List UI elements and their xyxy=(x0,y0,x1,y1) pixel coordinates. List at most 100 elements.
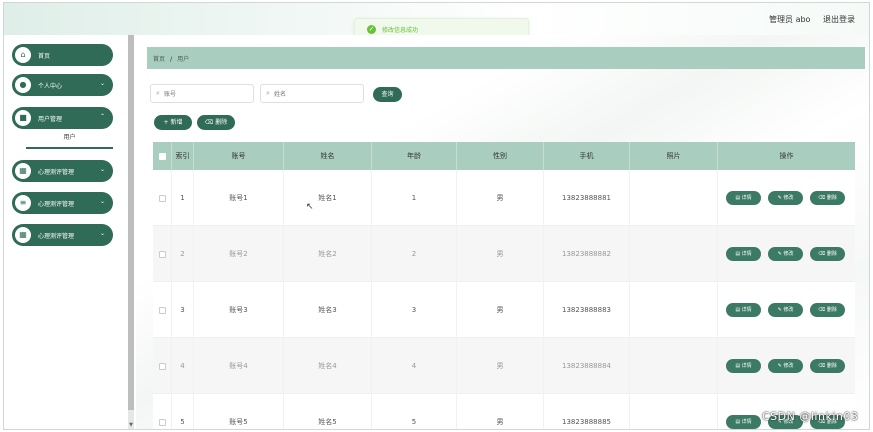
sidebar-item-assessment-2[interactable]: ≡ 心理测评管理 ⌄ xyxy=(12,192,113,214)
cell-account: 账号3 xyxy=(194,282,284,338)
delete-icon: ⌫ xyxy=(818,307,827,313)
toast-message: 修改信息成功 xyxy=(382,27,419,34)
edit-button[interactable]: ✎ 修改 xyxy=(768,303,803,317)
edit-icon: ✎ xyxy=(777,251,784,257)
detail-button[interactable]: ▤ 详情 xyxy=(726,359,761,373)
table-row: 5 账号5 姓名5 5 男 13823888885 ▤ 详情 ✎ 修改 ⌫ 删除 xyxy=(153,394,855,429)
edit-button[interactable]: ✎ 修改 xyxy=(768,359,803,373)
header-name: 姓名 xyxy=(284,142,372,170)
cell-actions: ▤ 详情 ✎ 修改 ⌫ 删除 xyxy=(718,170,855,226)
grid-icon: ▦ xyxy=(15,163,31,179)
cell-account: 账号5 xyxy=(194,394,284,429)
row-checkbox[interactable] xyxy=(158,362,166,370)
detail-button[interactable]: ▤ 详情 xyxy=(726,303,761,317)
cell-index: 4 xyxy=(172,338,194,394)
bulk-delete-button[interactable]: ⌫ 删除 xyxy=(197,115,235,130)
edit-icon: ✎ xyxy=(777,307,784,313)
breadcrumb-home[interactable]: 首页 xyxy=(153,56,165,63)
detail-button[interactable]: ▤ 详情 xyxy=(726,191,761,205)
check-icon: ✓ xyxy=(367,25,376,34)
detail-icon: ▤ xyxy=(735,307,742,313)
cell-photo xyxy=(630,282,718,338)
sidebar-subitem-users[interactable]: 用户 xyxy=(26,131,113,149)
cell-actions: ▤ 详情 ✎ 修改 ⌫ 删除 xyxy=(718,282,855,338)
cell-age: 2 xyxy=(372,226,457,282)
scrollbar-thumb[interactable] xyxy=(128,35,134,410)
table-row: 4 账号4 姓名4 4 男 13823888884 ▤ 详情 ✎ 修改 ⌫ 删除 xyxy=(153,338,855,394)
header-phone: 手机 xyxy=(544,142,630,170)
delete-button[interactable]: ⌫ 删除 xyxy=(810,359,845,373)
cell-phone: 13823888882 xyxy=(544,226,630,282)
search-icon: ⌕ xyxy=(266,89,270,97)
chevron-down-icon: ⌄ xyxy=(99,230,105,237)
header-account: 账号 xyxy=(194,142,284,170)
cell-gender: 男 xyxy=(457,226,544,282)
add-button[interactable]: + 新增 xyxy=(154,115,192,130)
table-row: 2 账号2 姓名2 2 男 13823888882 ▤ 详情 ✎ 修改 ⌫ 删除 xyxy=(153,226,855,282)
chevron-down-icon: ⌄ xyxy=(99,80,105,87)
row-checkbox[interactable] xyxy=(158,306,166,314)
sidebar-item-assessment-3[interactable]: ▦ 心理测评管理 ⌄ xyxy=(12,224,113,246)
row-checkbox[interactable] xyxy=(158,418,166,426)
sidebar-item-personal-center[interactable]: ● 个人中心 ⌄ xyxy=(12,74,113,96)
row-select-cell xyxy=(153,226,172,282)
select-all-checkbox[interactable] xyxy=(158,152,166,160)
cell-phone: 13823888885 xyxy=(544,394,630,429)
row-checkbox[interactable] xyxy=(158,250,166,258)
scroll-down-arrow-icon[interactable]: ▼ xyxy=(128,419,134,429)
cell-photo xyxy=(630,338,718,394)
detail-icon: ▤ xyxy=(735,195,742,201)
cell-account: 账号1 xyxy=(194,170,284,226)
chevron-up-icon: ⌃ xyxy=(99,113,105,120)
cell-name: 姓名4 xyxy=(284,338,372,394)
cell-account: 账号4 xyxy=(194,338,284,394)
table-header: 索引 账号 姓名 年龄 性别 手机 照片 操作 xyxy=(153,142,855,170)
admin-user-label[interactable]: 管理员 abo xyxy=(769,15,810,24)
row-select-cell xyxy=(153,338,172,394)
account-search-input[interactable] xyxy=(164,88,249,100)
search-icon: ⌕ xyxy=(156,89,160,97)
delete-button[interactable]: ⌫ 删除 xyxy=(810,191,845,205)
list-icon: ≡ xyxy=(15,195,31,211)
edit-button[interactable]: ✎ 修改 xyxy=(768,247,803,261)
delete-button[interactable]: ⌫ 删除 xyxy=(810,303,845,317)
sidebar-item-label: 用户管理 xyxy=(38,116,63,123)
name-search-field[interactable]: ⌕ xyxy=(260,84,364,103)
select-all-cell xyxy=(153,142,172,170)
edit-button[interactable]: ✎ 修改 xyxy=(768,191,803,205)
sidebar-item-label: 心理测评管理 xyxy=(38,169,75,176)
cell-phone: 13823888884 xyxy=(544,338,630,394)
row-checkbox[interactable] xyxy=(158,194,166,202)
cell-name: 姓名3 xyxy=(284,282,372,338)
cell-name: 姓名5 xyxy=(284,394,372,429)
app-window: 管理员 abo 退出登录 ✓ 修改信息成功 ⌂ 首页 ● 个人中心 ⌄ ■ 用户… xyxy=(3,2,870,430)
account-search-field[interactable]: ⌕ xyxy=(150,84,254,103)
header-index: 索引 xyxy=(172,142,194,170)
logout-link[interactable]: 退出登录 xyxy=(823,15,855,24)
detail-icon: ▤ xyxy=(735,363,742,369)
sidebar-item-home[interactable]: ⌂ 首页 xyxy=(12,44,113,66)
name-search-input[interactable] xyxy=(274,88,359,100)
sidebar-subitem-label: 用户 xyxy=(63,134,76,141)
cell-gender: 男 xyxy=(457,394,544,429)
detail-button[interactable]: ▤ 详情 xyxy=(726,247,761,261)
sidebar-item-assessment-1[interactable]: ▦ 心理测评管理 ⌄ xyxy=(12,160,113,182)
cell-phone: 13823888883 xyxy=(544,282,630,338)
query-button[interactable]: 查询 xyxy=(373,87,402,102)
delete-button[interactable]: ⌫ 删除 xyxy=(810,247,845,261)
cell-photo xyxy=(630,394,718,429)
cell-age: 3 xyxy=(372,282,457,338)
cell-age: 4 xyxy=(372,338,457,394)
cell-index: 1 xyxy=(172,170,194,226)
sidebar-item-label: 心理测评管理 xyxy=(38,201,75,208)
sidebar-item-label: 首页 xyxy=(38,53,51,60)
breadcrumb: 首页 / 用户 xyxy=(147,47,865,69)
cell-actions: ▤ 详情 ✎ 修改 ⌫ 删除 xyxy=(718,226,855,282)
detail-button[interactable]: ▤ 详情 xyxy=(726,415,761,429)
cell-photo xyxy=(630,170,718,226)
cell-name: 姓名1 xyxy=(284,170,372,226)
sidebar-item-user-management[interactable]: ■ 用户管理 ⌃ xyxy=(12,107,113,129)
detail-icon: ▤ xyxy=(735,419,742,425)
delete-icon: ⌫ xyxy=(818,251,827,257)
sidebar-scrollbar[interactable]: ▼ xyxy=(128,35,134,429)
